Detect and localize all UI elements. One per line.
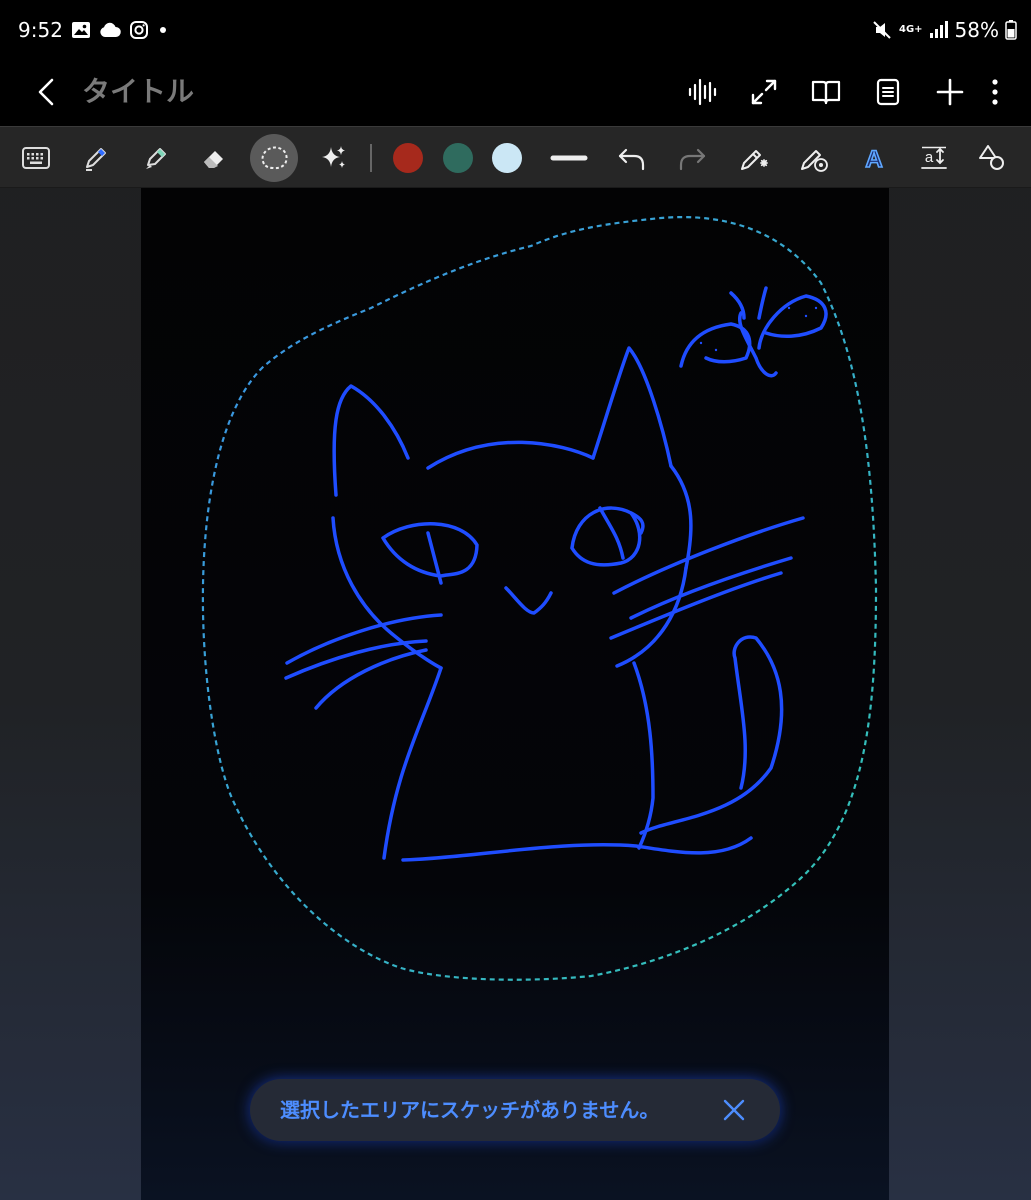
- status-right: 4G+ 58%: [871, 16, 1017, 44]
- lasso-select-icon: [261, 146, 288, 170]
- mute-icon: [871, 19, 893, 41]
- cat-sketch: [284, 286, 828, 862]
- page-layout-button[interactable]: [857, 64, 919, 120]
- eraser-tool-button[interactable]: [190, 134, 238, 182]
- stroke-width-button[interactable]: [545, 134, 593, 182]
- eraser-icon: [204, 151, 223, 168]
- highlighter-icon: [146, 148, 166, 169]
- stroke-width-icon: [550, 155, 588, 161]
- ai-sparkle-tool-button[interactable]: [310, 134, 358, 182]
- battery-icon: [1005, 20, 1017, 40]
- pen-effects-button[interactable]: [730, 134, 778, 182]
- app-bar: タイトル: [0, 58, 1031, 126]
- redo-button[interactable]: [668, 134, 716, 182]
- svg-text:a: a: [925, 149, 934, 166]
- pen-toolbar: A a: [0, 126, 1031, 188]
- text-size-icon: a: [921, 146, 947, 169]
- toast-notification: 選択したエリアにスケッチがありません。: [250, 1079, 780, 1141]
- app-actions: [671, 64, 1009, 120]
- network-type: 4G+: [899, 25, 923, 35]
- battery-percent: 58%: [954, 18, 999, 42]
- page-layout-icon: [876, 78, 900, 106]
- color-swatch-red[interactable]: [384, 134, 432, 182]
- add-icon: [936, 78, 964, 106]
- chevron-left-icon: [38, 78, 54, 106]
- note-title[interactable]: タイトル: [82, 70, 194, 114]
- status-left: 9:52: [18, 16, 169, 44]
- text-style-button[interactable]: A: [850, 134, 898, 182]
- instagram-icon: [129, 20, 149, 40]
- gallery-icon: [71, 20, 91, 40]
- swatch-red: [393, 143, 423, 173]
- swatch-green: [443, 143, 473, 173]
- drawing-canvas[interactable]: [141, 188, 889, 1200]
- lasso-selection-outline: [201, 216, 878, 981]
- keyboard-tool-button[interactable]: [12, 134, 60, 182]
- close-icon: [723, 1099, 745, 1121]
- add-button[interactable]: [919, 64, 981, 120]
- text-size-button[interactable]: a: [910, 134, 958, 182]
- shape-pen-button[interactable]: [790, 134, 838, 182]
- toast-message: 選択したエリアにスケッチがありません。: [280, 1098, 660, 1122]
- shapes-icon: [979, 145, 1004, 170]
- color-swatch-green[interactable]: [434, 134, 482, 182]
- expand-icon: [751, 79, 777, 105]
- book-view-button[interactable]: [795, 64, 857, 120]
- pen-sparkle-icon: [741, 150, 768, 170]
- back-button[interactable]: [22, 68, 70, 116]
- book-view-icon: [811, 80, 841, 105]
- status-bar: 9:52 4G+ 58%: [0, 0, 1031, 58]
- status-time: 9:52: [18, 18, 63, 42]
- voice-recording-icon: [688, 78, 717, 106]
- lasso-select-tool-button[interactable]: [250, 134, 298, 182]
- color-swatch-light-blue[interactable]: [483, 134, 531, 182]
- pen-icon: [86, 148, 106, 171]
- dot-icon: [157, 24, 169, 36]
- redo-icon: [679, 148, 706, 171]
- swatch-light-blue: [492, 143, 522, 173]
- undo-button[interactable]: [608, 134, 656, 182]
- signal-icon: [929, 21, 949, 39]
- svg-text:A: A: [865, 146, 882, 173]
- sparkle-icon: [322, 146, 345, 168]
- voice-recording-button[interactable]: [671, 64, 733, 120]
- expand-button[interactable]: [733, 64, 795, 120]
- undo-icon: [618, 148, 645, 171]
- note-page[interactable]: [141, 188, 889, 1200]
- toolbar-separator: [370, 144, 372, 172]
- cloud-icon: [99, 22, 121, 38]
- toast-close-button[interactable]: [716, 1092, 752, 1128]
- more-options-icon: [992, 79, 998, 105]
- highlighter-tool-button[interactable]: [132, 134, 180, 182]
- keyboard-icon: [22, 147, 50, 169]
- more-options-button[interactable]: [981, 64, 1009, 120]
- shape-pen-icon: [801, 150, 828, 172]
- shapes-button[interactable]: [968, 134, 1016, 182]
- text-style-icon: A: [865, 145, 884, 173]
- pen-tool-button[interactable]: [72, 134, 120, 182]
- network-label: 4G+: [899, 24, 923, 35]
